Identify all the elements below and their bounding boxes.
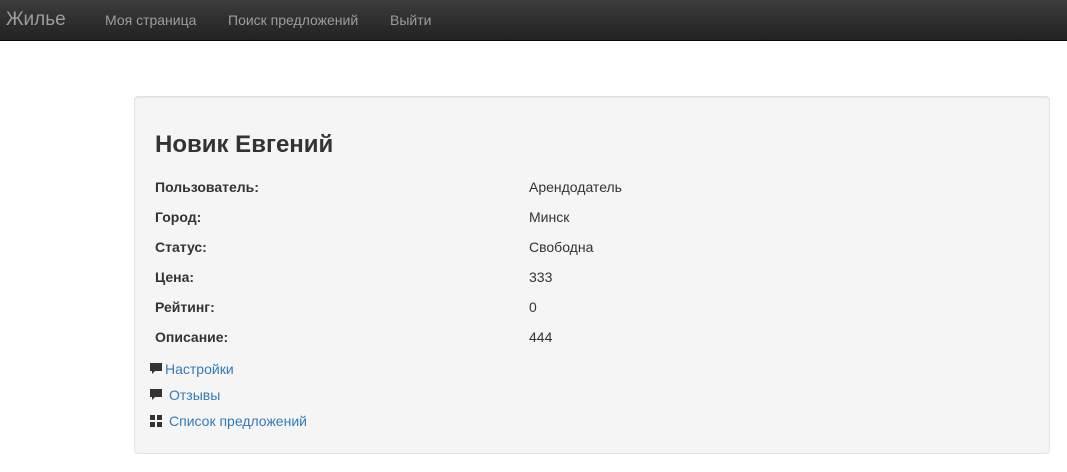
field-row-price: Цена: 333 bbox=[155, 267, 1035, 287]
field-label: Город: bbox=[155, 209, 202, 225]
nav-my-page[interactable]: Моя страница bbox=[105, 12, 196, 29]
field-label: Цена: bbox=[155, 269, 195, 285]
settings-link[interactable]: Настройки bbox=[165, 359, 234, 379]
field-value: 333 bbox=[529, 269, 553, 285]
field-value: Свободна bbox=[529, 239, 594, 255]
field-row-user: Пользователь: Арендодатель bbox=[155, 177, 1035, 197]
field-row-status: Статус: Свободна bbox=[155, 237, 1035, 257]
field-value: 0 bbox=[529, 299, 537, 315]
reviews-link[interactable]: Отзывы bbox=[169, 385, 220, 405]
brand-link[interactable]: Жилье bbox=[6, 8, 66, 32]
field-label: Описание: bbox=[155, 329, 229, 345]
field-label: Статус: bbox=[155, 239, 207, 255]
nav-logout[interactable]: Выйти bbox=[390, 12, 431, 29]
profile-panel: Новик Евгений Пользователь: Арендодатель… bbox=[134, 96, 1050, 454]
comment-icon bbox=[150, 363, 162, 374]
field-row-city: Город: Минск bbox=[155, 207, 1035, 227]
field-row-rating: Рейтинг: 0 bbox=[155, 297, 1035, 317]
field-label: Рейтинг: bbox=[155, 299, 215, 315]
comment-icon bbox=[150, 389, 162, 400]
field-value: Арендодатель bbox=[529, 179, 622, 195]
offer-list-link[interactable]: Список предложений bbox=[169, 411, 307, 431]
top-navbar: Жилье Моя страница Поиск предложений Вый… bbox=[0, 0, 1067, 41]
profile-name: Новик Евгений bbox=[155, 131, 334, 158]
nav-search-offers[interactable]: Поиск предложений bbox=[228, 12, 358, 29]
field-row-description: Описание: 444 bbox=[155, 327, 1035, 347]
field-value: 444 bbox=[529, 329, 553, 345]
field-label: Пользователь: bbox=[155, 179, 259, 195]
th-large-icon bbox=[150, 415, 162, 427]
field-value: Минск bbox=[529, 209, 570, 225]
